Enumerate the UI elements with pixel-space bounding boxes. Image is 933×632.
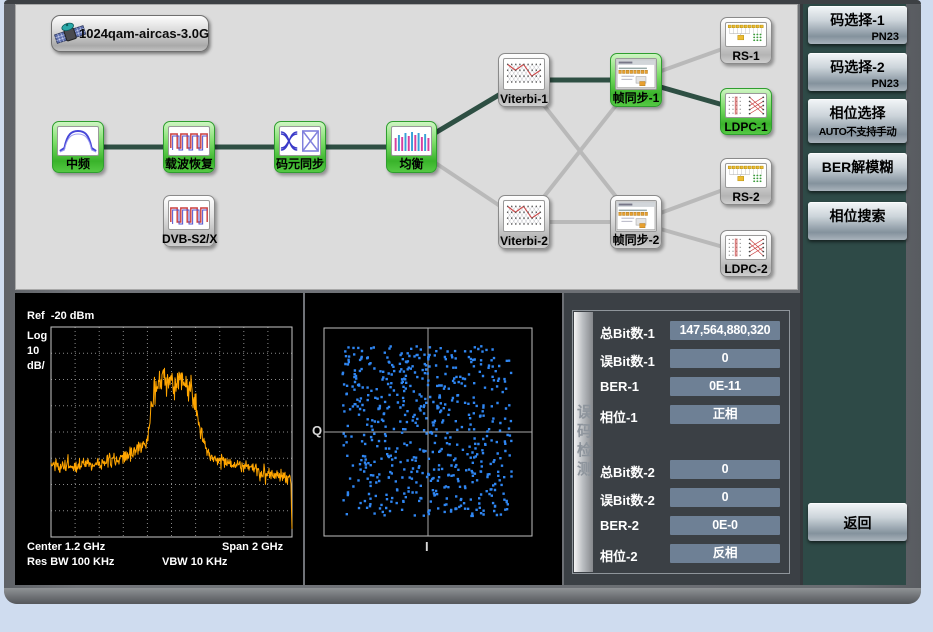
- node-fs1-icon: [615, 58, 657, 90]
- node-if[interactable]: 中频: [52, 121, 104, 173]
- node-rs2-icon: [725, 163, 767, 188]
- constellation-panel: Q I: [305, 293, 562, 585]
- node-eq[interactable]: 均衡: [386, 121, 437, 173]
- ber-statistics-panel: 误码检测 总Bit数-1147,564,880,320误Bit数-10BER-1…: [564, 293, 800, 585]
- spectrum-vbw: VBW 10 KHz: [162, 556, 227, 568]
- stat-label-1: 误Bit数-1: [600, 351, 670, 370]
- stat-value-4: 0: [670, 460, 780, 479]
- node-symsync[interactable]: 码元同步: [274, 121, 326, 173]
- stat-value-1: 0: [670, 349, 780, 368]
- constellation-plot: [305, 293, 562, 585]
- sidebar-button-3-label: BER解模糊: [808, 153, 907, 177]
- signal-title-label: 1024qam-aircas-3.0G: [79, 26, 209, 41]
- node-ldpc2[interactable]: LDPC-2: [720, 230, 772, 277]
- spectrum-scale-label: Log: [27, 330, 47, 342]
- node-carrier[interactable]: 载波恢复: [163, 121, 215, 173]
- node-symsync-icon: [279, 126, 321, 156]
- spectrum-scale-value: 10: [27, 345, 39, 357]
- node-rs1-label: RS-1: [719, 49, 773, 63]
- stat-value-5: 0: [670, 488, 780, 507]
- stat-label-2: BER-1: [600, 379, 670, 394]
- sidebar-button-4-label: 相位搜索: [808, 202, 907, 226]
- node-dvb-label: DVB-S2/X: [162, 232, 216, 246]
- stat-value-2: 0E-11: [670, 377, 780, 396]
- spectrum-scale-unit: dB/: [27, 360, 45, 372]
- stat-label-4: 总Bit数-2: [600, 462, 670, 481]
- node-vit2[interactable]: Viterbi-2: [498, 195, 550, 249]
- signal-title-button[interactable]: 1024qam-aircas-3.0G: [51, 15, 209, 52]
- stat-label-6: BER-2: [600, 518, 670, 533]
- node-ldpc2-icon: [725, 235, 767, 260]
- back-button-label: 返回: [808, 503, 907, 533]
- node-vit1[interactable]: Viterbi-1: [498, 53, 550, 107]
- node-vit2-label: Viterbi-2: [497, 234, 551, 248]
- node-dvb-icon: [168, 200, 210, 230]
- node-fs1[interactable]: 帧同步-1: [610, 53, 662, 107]
- node-fs2-icon: [615, 200, 657, 232]
- signal-chain-diagram-panel: 1024qam-aircas-3.0G 中频 载波恢复 码元同步 均衡 DVB-S2/X…: [15, 4, 798, 290]
- node-fs2[interactable]: 帧同步-2: [610, 195, 662, 249]
- spectrum-span: Span 2 GHz: [222, 541, 283, 553]
- node-if-label: 中频: [51, 155, 105, 172]
- sidebar-button-4[interactable]: 相位搜索: [808, 202, 907, 240]
- back-button[interactable]: 返回: [808, 503, 907, 541]
- spectrum-analyzer-panel: Ref -20 dBm Log 10 dB/ Center 1.2 GHz Sp…: [15, 293, 303, 585]
- sidebar-button-2-label: 相位选择: [808, 99, 907, 123]
- stat-value-3: 正相: [670, 405, 780, 424]
- sidebar-button-0-sub: PN23: [808, 30, 907, 43]
- application-window: 1024qam-aircas-3.0G 中频 载波恢复 码元同步 均衡 DVB-S2/X…: [0, 0, 933, 632]
- stat-label-7: 相位-2: [600, 546, 670, 565]
- node-vit1-icon: [503, 58, 545, 90]
- error-detection-label: 误码检测: [573, 404, 594, 480]
- sidebar-button-0[interactable]: 码选择-1PN23: [808, 6, 907, 44]
- node-ldpc1-label: LDPC-1: [719, 120, 773, 134]
- sidebar-button-1-label: 码选择-2: [808, 53, 907, 77]
- node-eq-label: 均衡: [385, 155, 438, 172]
- sidebar-button-0-label: 码选择-1: [808, 6, 907, 30]
- node-rs1-icon: [725, 22, 767, 47]
- sidebar-button-3[interactable]: BER解模糊: [808, 153, 907, 191]
- node-eq-icon: [391, 126, 432, 156]
- sidebar-button-1[interactable]: 码选择-2PN23: [808, 53, 907, 91]
- error-detection-side-bar: 误码检测: [574, 312, 593, 572]
- node-vit2-icon: [503, 200, 545, 232]
- node-symsync-label: 码元同步: [273, 155, 327, 172]
- node-rs2[interactable]: RS-2: [720, 158, 772, 205]
- stat-label-5: 误Bit数-2: [600, 490, 670, 509]
- node-ldpc1-icon: [725, 93, 767, 118]
- node-ldpc2-label: LDPC-2: [719, 262, 773, 276]
- spectrum-rbw: Res BW 100 KHz: [27, 556, 114, 568]
- stat-label-0: 总Bit数-1: [600, 323, 670, 342]
- sidebar-button-1-sub: PN23: [808, 77, 907, 90]
- sidebar-button-2-sub: AUTO不支持手动: [808, 123, 907, 139]
- node-fs1-label: 帧同步-1: [609, 89, 663, 106]
- sidebar-button-2[interactable]: 相位选择AUTO不支持手动: [808, 99, 907, 143]
- control-sidebar: 码选择-1PN23码选择-2PN23相位选择AUTO不支持手动BER解模糊相位搜…: [800, 4, 906, 585]
- spectrum-center-freq: Center 1.2 GHz: [27, 541, 105, 553]
- constellation-i-axis-label: I: [425, 539, 429, 554]
- node-rs2-label: RS-2: [719, 190, 773, 204]
- node-carrier-label: 载波恢复: [162, 155, 216, 172]
- main-frame: 1024qam-aircas-3.0G 中频 载波恢复 码元同步 均衡 DVB-S2/X…: [4, 0, 921, 604]
- stat-value-6: 0E-0: [670, 516, 780, 535]
- stat-value-0: 147,564,880,320: [670, 321, 780, 340]
- stat-label-3: 相位-1: [600, 407, 670, 426]
- node-dvb[interactable]: DVB-S2/X: [163, 195, 215, 247]
- constellation-q-axis-label: Q: [312, 423, 322, 438]
- node-rs1[interactable]: RS-1: [720, 17, 772, 64]
- node-fs2-label: 帧同步-2: [609, 231, 663, 248]
- spectrum-ref-level: Ref -20 dBm: [27, 310, 94, 322]
- node-ldpc1[interactable]: LDPC-1: [720, 88, 772, 135]
- stat-value-7: 反相: [670, 544, 780, 563]
- node-vit1-label: Viterbi-1: [497, 92, 551, 106]
- node-if-icon: [57, 126, 99, 156]
- node-carrier-icon: [168, 126, 210, 156]
